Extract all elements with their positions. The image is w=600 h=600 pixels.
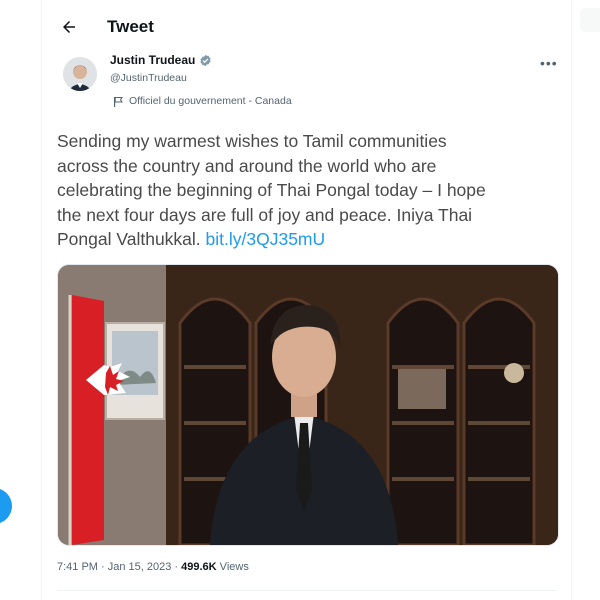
tweet-timestamp[interactable]: 7:41 PM · Jan 15, 2023 ·	[57, 561, 181, 573]
back-button[interactable]	[56, 14, 82, 40]
left-divider	[41, 0, 42, 600]
avatar-image	[63, 57, 97, 91]
tweet-metadata: 7:41 PM · Jan 15, 2023 · 499.6K Views	[57, 561, 249, 573]
compose-button[interactable]	[0, 488, 12, 524]
author-name-text: Justin Trudeau	[110, 53, 196, 67]
author-name[interactable]: Justin Trudeau	[110, 53, 212, 67]
page-header: Tweet	[42, 0, 571, 56]
verified-badge-icon	[200, 54, 211, 66]
divider	[57, 590, 557, 591]
author-handle[interactable]: @JustinTrudeau	[110, 72, 187, 84]
left-sidebar	[0, 0, 41, 600]
tweet-link[interactable]: bit.ly/3QJ35mU	[206, 229, 326, 249]
views-label: Views	[216, 561, 249, 573]
avatar[interactable]	[63, 57, 97, 91]
tweet-media[interactable]	[57, 264, 559, 546]
page-title: Tweet	[107, 17, 154, 36]
arrow-left-icon	[63, 21, 75, 33]
government-label: Officiel du gouvernement - Canada	[113, 95, 292, 107]
government-label-text: Officiel du gouvernement - Canada	[129, 95, 292, 107]
right-sidebar-widget	[580, 8, 600, 32]
tweet-text: Sending my warmest wishes to Tamil commu…	[57, 129, 557, 252]
views-count: 499.6K	[181, 561, 217, 573]
more-options-icon[interactable]: •••	[540, 55, 558, 71]
flag-icon	[114, 96, 123, 107]
media-image	[58, 265, 558, 545]
right-sidebar	[572, 0, 600, 600]
